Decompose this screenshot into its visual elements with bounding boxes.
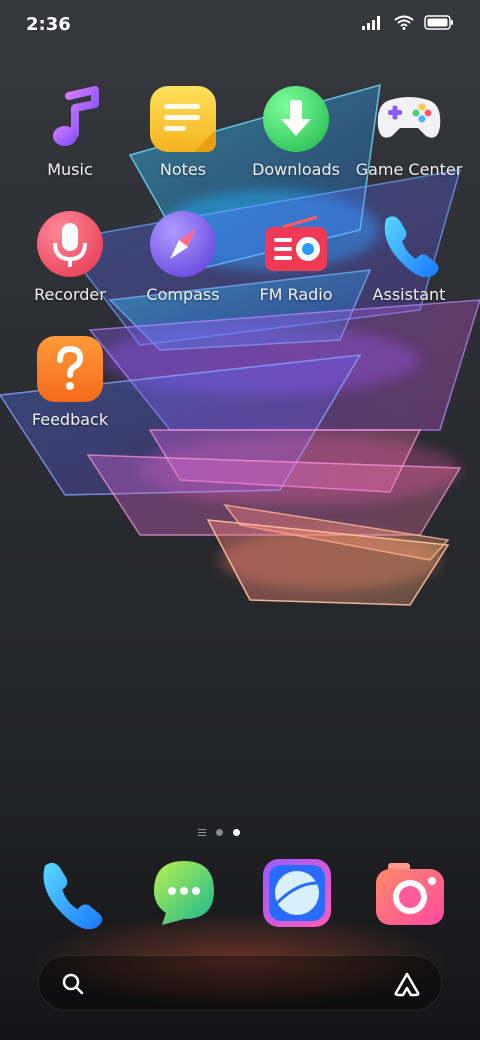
- page-indicator[interactable]: [198, 829, 240, 836]
- app-music[interactable]: Music: [15, 86, 125, 179]
- app-recorder[interactable]: Recorder: [15, 211, 125, 304]
- app-label: Recorder: [34, 285, 106, 304]
- app-label: FM Radio: [259, 285, 333, 304]
- music-note-icon: [37, 86, 103, 152]
- app-compass[interactable]: Compass: [128, 211, 238, 304]
- question-mark-icon: [37, 336, 103, 402]
- app-label: Notes: [159, 160, 207, 179]
- app-label: Feedback: [31, 410, 109, 429]
- app-downloads[interactable]: Downloads: [241, 86, 351, 179]
- app-assistant[interactable]: Assistant: [354, 211, 464, 304]
- dock-phone[interactable]: [34, 857, 106, 930]
- dock-browser[interactable]: [261, 857, 333, 929]
- status-time: 2:36: [26, 14, 71, 35]
- camera-icon: [376, 863, 444, 925]
- status-icons: [362, 15, 454, 30]
- gamepad-icon: [376, 86, 442, 152]
- phone-icon: [43, 862, 103, 930]
- app-fm-radio[interactable]: FM Radio: [241, 211, 351, 304]
- page-dot-active: [233, 829, 240, 836]
- app-feedback[interactable]: Feedback: [15, 336, 125, 429]
- notes-icon: [150, 86, 216, 152]
- dock-messages[interactable]: [148, 857, 220, 929]
- page-dot: [216, 829, 223, 836]
- app-label: Game Center: [355, 160, 463, 179]
- dock-camera[interactable]: [374, 857, 446, 929]
- compass-icon: [150, 211, 216, 277]
- search-icon[interactable]: [61, 972, 85, 996]
- messages-icon: [154, 861, 214, 925]
- radio-icon: [263, 211, 329, 277]
- assistant-logo-icon[interactable]: [393, 971, 421, 997]
- microphone-icon: [37, 211, 103, 277]
- battery-icon: [424, 15, 453, 30]
- app-label: Music: [47, 160, 93, 179]
- app-notes[interactable]: Notes: [128, 86, 238, 179]
- status-bar: 2:36: [0, 0, 480, 50]
- browser-icon: [263, 859, 331, 927]
- app-game-center[interactable]: Game Center: [354, 86, 464, 179]
- phone-handset-icon: [376, 211, 442, 278]
- download-arrow-icon: [263, 86, 329, 152]
- search-bar[interactable]: [38, 955, 442, 1011]
- app-label: Compass: [146, 285, 220, 304]
- wifi-icon: [394, 15, 414, 30]
- signal-icon: [362, 15, 380, 30]
- list-icon: [198, 829, 206, 836]
- app-label: Assistant: [372, 285, 446, 304]
- app-label: Downloads: [252, 160, 340, 179]
